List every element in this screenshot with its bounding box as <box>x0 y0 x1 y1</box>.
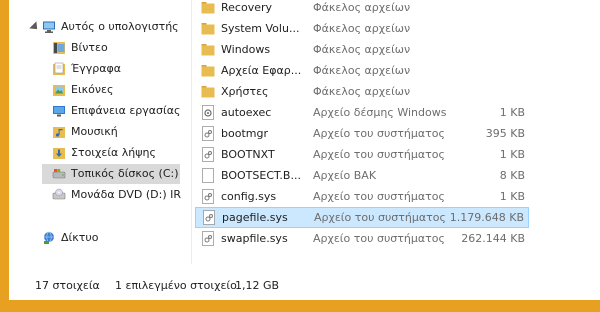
file-name: BOOTSECT.B... <box>221 169 301 182</box>
file-size: 1 KB <box>499 106 525 119</box>
file-row-selected[interactable]: pagefile.sys Αρχείο του συστήματος 1.179… <box>195 207 529 228</box>
video-folder-icon <box>53 42 65 54</box>
file-type: Φάκελος αρχείων <box>313 85 411 98</box>
downloads-folder-icon <box>53 148 65 159</box>
nav-label-local-disk-c: Τοπικός δίσκος (C:) <box>71 167 179 180</box>
file-name: autoexec <box>221 106 272 119</box>
nav-label-documents: Έγγραφα <box>71 62 121 75</box>
folder-icon <box>201 2 215 14</box>
file-type: Φάκελος αρχείων <box>313 22 411 35</box>
file-name: swapfile.sys <box>221 232 288 245</box>
system-file-icon <box>202 126 214 141</box>
local-disk-icon <box>52 169 66 179</box>
file-type: Αρχείο του συστήματος <box>313 127 445 140</box>
file-name: Windows <box>221 43 271 56</box>
file-name: Χρήστες <box>221 85 269 98</box>
folder-icon <box>201 44 215 56</box>
folder-icon <box>201 65 215 77</box>
nav-label-dvd-drive-d: Μονάδα DVD (D:) IR <box>71 188 182 201</box>
music-folder-icon <box>53 127 65 138</box>
file-type: Αρχείο δέσμης Windows <box>313 106 447 119</box>
file-type: Φάκελος αρχείων <box>313 64 411 77</box>
nav-item-pictures[interactable]: Εικόνες <box>9 80 191 100</box>
file-row[interactable]: swapfile.sys Αρχείο του συστήματος 262.1… <box>195 228 529 249</box>
system-file-icon <box>202 231 214 246</box>
file-row[interactable]: bootmgr Αρχείο του συστήματος 395 KB <box>195 123 529 144</box>
file-row[interactable]: BOOTNXT Αρχείο του συστήματος 1 KB <box>195 144 529 165</box>
nav-item-videos[interactable]: Βίντεο <box>9 38 191 58</box>
folder-icon <box>201 86 215 98</box>
window-frame-bottom <box>0 300 600 312</box>
status-selection: 1 επιλεγμένο στοιχείο <box>115 279 237 292</box>
pictures-folder-icon <box>53 85 65 96</box>
file-explorer-window: Αυτός ο υπολογιστής Βίντεο Έγγραφα Εικόν… <box>9 0 600 300</box>
file-row[interactable]: System Volu... Φάκελος αρχείων <box>195 18 529 39</box>
nav-item-desktop[interactable]: Επιφάνεια εργασίας <box>9 101 191 121</box>
system-file-icon <box>203 210 215 225</box>
file-row[interactable]: config.sys Αρχείο του συστήματος 1 KB <box>195 186 529 207</box>
navigation-pane[interactable]: Αυτός ο υπολογιστής Βίντεο Έγγραφα Εικόν… <box>9 0 191 264</box>
file-size: 8 KB <box>499 169 525 182</box>
documents-folder-icon <box>53 62 65 75</box>
status-bar: 17 στοιχεία 1 επιλεγμένο στοιχείο 1,12 G… <box>9 264 600 300</box>
file-size: 1 KB <box>499 148 525 161</box>
file-type: Φάκελος αρχείων <box>313 1 411 14</box>
nav-item-network[interactable]: Δίκτυο <box>9 228 191 248</box>
status-item-count: 17 στοιχεία <box>35 279 100 292</box>
system-file-icon <box>202 189 214 204</box>
nav-label-pictures: Εικόνες <box>71 83 114 96</box>
batch-file-icon <box>202 105 214 120</box>
nav-label-this-pc: Αυτός ο υπολογιστής <box>61 20 179 33</box>
status-selection-size: 1,12 GB <box>235 279 280 292</box>
nav-item-downloads[interactable]: Στοιχεία λήψης <box>9 143 191 163</box>
generic-file-icon <box>202 168 214 183</box>
pane-divider[interactable] <box>191 0 192 264</box>
nav-item-this-pc[interactable]: Αυτός ο υπολογιστής <box>9 17 191 37</box>
nav-label-network: Δίκτυο <box>61 231 99 244</box>
file-size: 395 KB <box>485 127 525 140</box>
folder-icon <box>201 23 215 35</box>
file-name: Recovery <box>221 1 273 14</box>
file-list[interactable]: Recovery Φάκελος αρχείων System Volu... … <box>195 0 600 264</box>
file-row[interactable]: autoexec Αρχείο δέσμης Windows 1 KB <box>195 102 529 123</box>
system-file-icon <box>202 147 214 162</box>
expand-arrow-icon[interactable] <box>29 21 41 33</box>
nav-label-videos: Βίντεο <box>71 41 108 54</box>
desktop-folder-icon <box>53 106 65 117</box>
file-name: bootmgr <box>221 127 268 140</box>
computer-icon <box>43 21 55 33</box>
nav-item-documents[interactable]: Έγγραφα <box>9 59 191 79</box>
file-type: Αρχείο BAK <box>313 169 377 182</box>
file-name: System Volu... <box>221 22 300 35</box>
network-icon <box>44 231 54 244</box>
file-row[interactable]: Windows Φάκελος αρχείων <box>195 39 529 60</box>
nav-label-desktop: Επιφάνεια εργασίας <box>71 104 181 117</box>
file-size: 1.179.648 KB <box>449 211 524 224</box>
nav-item-music[interactable]: Μουσική <box>9 122 191 142</box>
file-name: Αρχεία Εφαρ... <box>221 64 302 77</box>
file-size: 262.144 KB <box>461 232 525 245</box>
file-row[interactable]: Χρήστες Φάκελος αρχείων <box>195 81 529 102</box>
file-size: 1 KB <box>499 190 525 203</box>
nav-item-dvd-drive-d[interactable]: Μονάδα DVD (D:) IR <box>9 185 191 205</box>
file-name: pagefile.sys <box>222 211 288 224</box>
file-type: Αρχείο του συστήματος <box>313 190 445 203</box>
file-row[interactable]: Recovery Φάκελος αρχείων <box>195 0 529 18</box>
file-type: Φάκελος αρχείων <box>313 43 411 56</box>
nav-label-downloads: Στοιχεία λήψης <box>71 146 156 159</box>
window-frame-left <box>0 0 9 312</box>
file-type: Αρχείο του συστήματος <box>314 211 446 224</box>
file-type: Αρχείο του συστήματος <box>313 232 445 245</box>
file-row[interactable]: BOOTSECT.B... Αρχείο BAK 8 KB <box>195 165 529 186</box>
nav-label-music: Μουσική <box>71 125 118 138</box>
nav-item-local-disk-c[interactable]: Τοπικός δίσκος (C:) <box>42 164 180 184</box>
file-type: Αρχείο του συστήματος <box>313 148 445 161</box>
file-name: config.sys <box>221 190 277 203</box>
file-row[interactable]: Αρχεία Εφαρ... Φάκελος αρχείων <box>195 60 529 81</box>
file-name: BOOTNXT <box>221 148 275 161</box>
dvd-drive-icon <box>52 188 66 200</box>
